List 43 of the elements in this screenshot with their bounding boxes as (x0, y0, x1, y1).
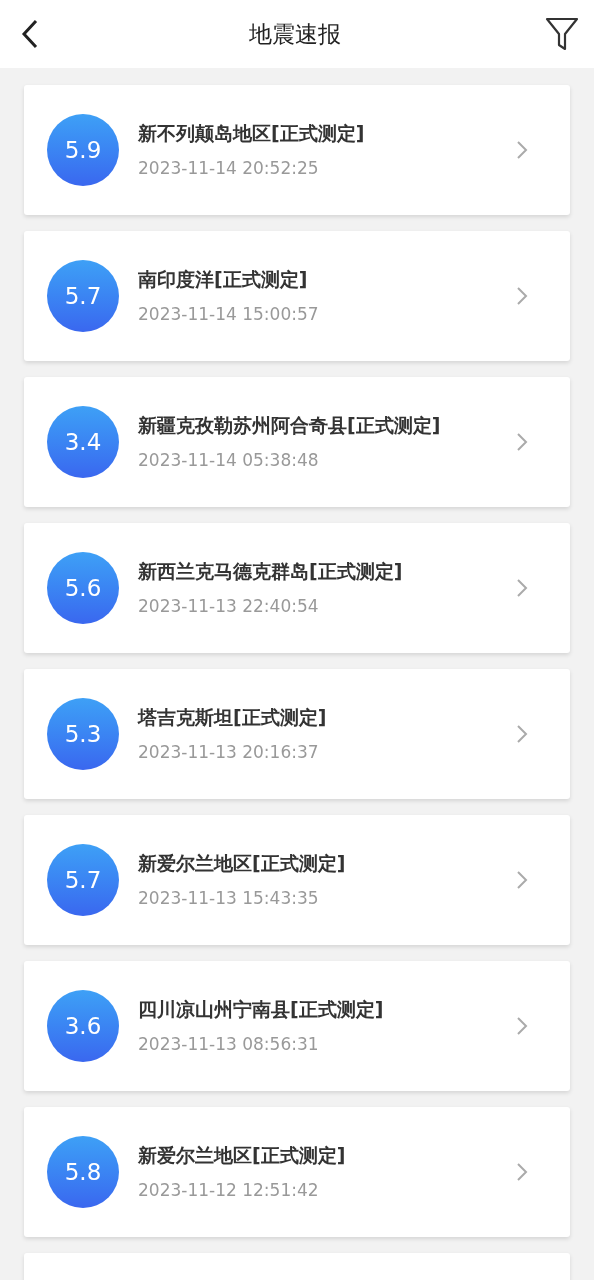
quake-location: 四川凉山州宁南县[正式测定] (138, 996, 385, 1022)
magnitude-badge: 5.9 (47, 114, 119, 186)
chevron-right-icon (516, 286, 528, 306)
quake-time: 2023-11-14 15:00:57 (138, 303, 320, 326)
magnitude-badge: 5.8 (47, 1136, 119, 1208)
chevron-right-icon (516, 578, 528, 598)
quake-time: 2023-11-14 05:38:48 (138, 449, 320, 472)
magnitude-badge: 5.3 (47, 698, 119, 770)
page-title: 地震速报 (249, 19, 341, 49)
quake-time: 2023-11-12 12:51:42 (138, 1179, 320, 1202)
quake-location: 南印度洋[正式测定] (138, 266, 309, 292)
quake-card[interactable]: 5.3 塔吉克斯坦[正式测定] 2023-11-13 20:16:37 (24, 669, 570, 799)
back-icon (20, 18, 40, 50)
chevron-right-icon (516, 432, 528, 452)
magnitude-badge: 5.7 (47, 844, 119, 916)
chevron-right-icon (516, 1016, 528, 1036)
quake-card[interactable]: 5.7 南印度洋[正式测定] 2023-11-14 15:00:57 (24, 231, 570, 361)
quake-card[interactable]: 3.4 新疆克孜勒苏州阿合奇县[正式测定] 2023-11-14 05:38:48 (24, 377, 570, 507)
quake-card[interactable]: 5.6 新西兰克马德克群岛[正式测定] 2023-11-13 22:40:54 (24, 523, 570, 653)
quake-location: 新西兰克马德克群岛[正式测定] (138, 558, 404, 584)
quake-time: 2023-11-13 08:56:31 (138, 1033, 320, 1056)
chevron-right-icon (516, 724, 528, 744)
quake-time: 2023-11-14 20:52:25 (138, 157, 320, 180)
quake-location: 新爱尔兰地区[正式测定] (138, 850, 347, 876)
magnitude-badge: 3.4 (47, 406, 119, 478)
chevron-right-icon (516, 870, 528, 890)
chevron-right-icon (516, 140, 528, 160)
quake-time: 2023-11-13 20:16:37 (138, 741, 320, 764)
magnitude-badge: 3.6 (47, 990, 119, 1062)
magnitude-badge: 5.6 (47, 552, 119, 624)
quake-card[interactable]: 5.7 新爱尔兰地区[正式测定] 2023-11-13 15:43:35 (24, 815, 570, 945)
quake-time: 2023-11-13 15:43:35 (138, 887, 320, 910)
quake-time: 2023-11-13 22:40:54 (138, 595, 320, 618)
filter-icon (545, 16, 579, 52)
quake-location: 新爱尔兰地区[正式测定] (138, 1142, 347, 1168)
chevron-right-icon (516, 1162, 528, 1182)
quake-card[interactable]: 3.6 四川凉山州宁南县[正式测定] 2023-11-13 08:56:31 (24, 961, 570, 1091)
quake-card[interactable]: 5.9 新不列颠岛地区[正式测定] 2023-11-14 20:52:25 (24, 85, 570, 215)
quake-card[interactable]: 5.8 新爱尔兰地区[正式测定] 2023-11-12 12:51:42 (24, 1107, 570, 1237)
magnitude-badge: 5.7 (47, 260, 119, 332)
quake-location: 新疆克孜勒苏州阿合奇县[正式测定] (138, 412, 442, 438)
quake-location: 塔吉克斯坦[正式测定] (138, 704, 328, 730)
quake-location: 新不列颠岛地区[正式测定] (138, 120, 366, 146)
